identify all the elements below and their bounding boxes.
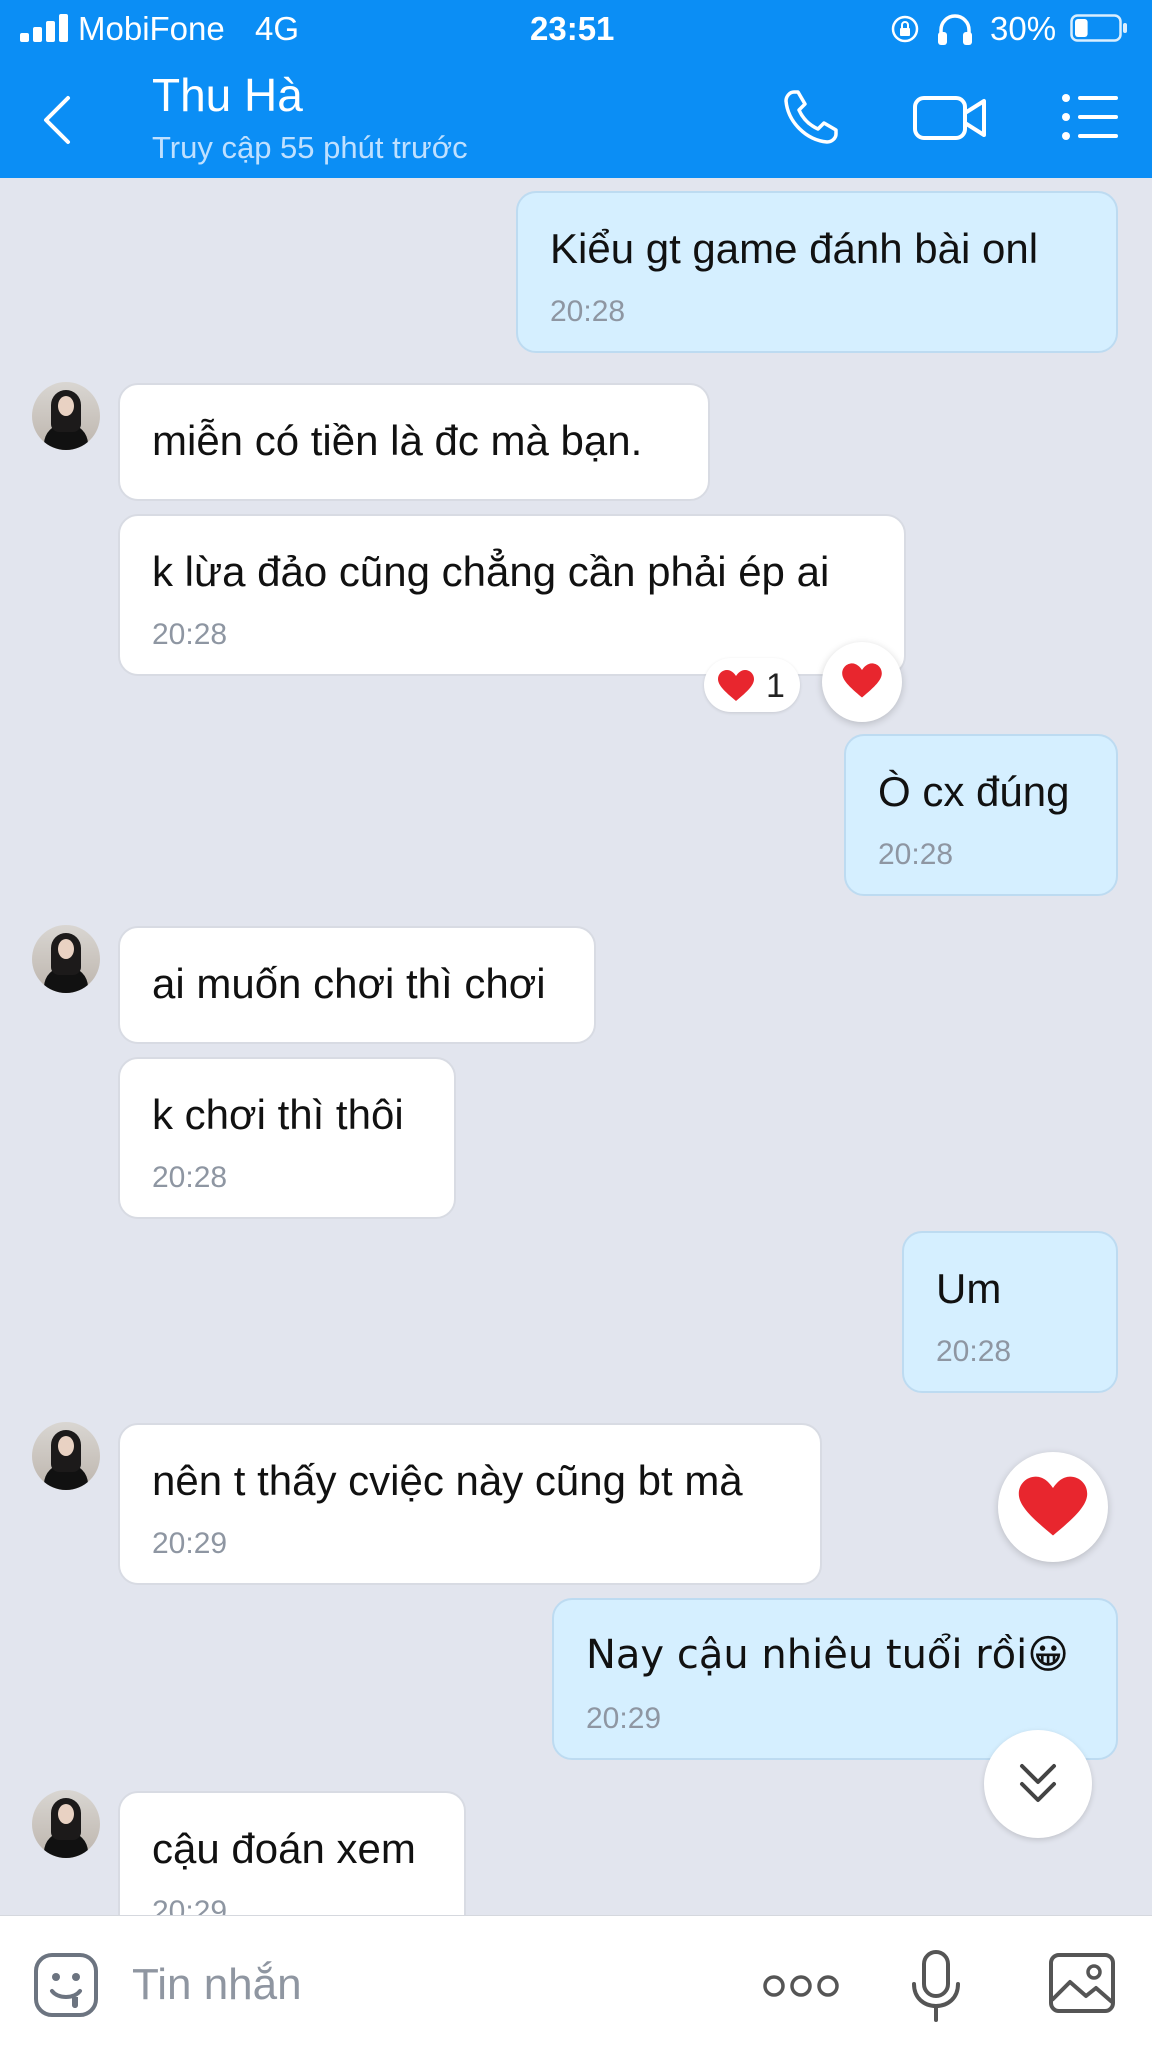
menu-icon[interactable] — [1060, 86, 1122, 148]
message-bubble-outgoing[interactable]: Kiểu gt game đánh bài onl 20:28 — [516, 191, 1118, 353]
message-text: Kiểu gt game đánh bài onl — [550, 225, 1039, 272]
message-time: 20:28 — [936, 1335, 1012, 1368]
more-icon[interactable] — [762, 1971, 840, 2001]
message-time: 20:28 — [878, 838, 954, 871]
carrier-name: MobiFone — [78, 10, 225, 47]
message-bubble-incoming[interactable]: ai muốn chơi thì chơi — [118, 926, 596, 1044]
avatar[interactable] — [32, 925, 100, 993]
message-bubble-incoming[interactable]: k lừa đảo cũng chẳng cần phải ép ai 20:2… — [118, 514, 906, 676]
reaction-button[interactable] — [998, 1452, 1108, 1562]
contact-name[interactable]: Thu Hà — [152, 68, 303, 122]
network-type: 4G — [255, 10, 300, 47]
last-seen-status: Truy cập 55 phút trước — [152, 130, 468, 165]
avatar[interactable] — [32, 1422, 100, 1490]
microphone-icon[interactable] — [908, 1948, 964, 2024]
heart-icon — [718, 670, 754, 701]
double-chevron-down-icon — [1020, 1764, 1056, 1802]
video-call-icon[interactable] — [912, 86, 988, 148]
rotation-lock-icon — [891, 15, 919, 43]
message-bubble-outgoing[interactable]: Um 20:28 — [902, 1231, 1118, 1393]
status-bar: MobiFone 4G 23:51 30% — [0, 0, 1152, 58]
scroll-to-bottom-button[interactable] — [984, 1730, 1092, 1838]
reaction-summary[interactable]: 1 — [704, 658, 800, 712]
message-text: Nay cậu nhiêu tuổi rồi😀 — [586, 1632, 1069, 1678]
avatar[interactable] — [32, 382, 100, 450]
message-text: Um — [936, 1265, 1002, 1312]
heart-icon — [1018, 1476, 1088, 1536]
message-bubble-incoming[interactable]: k chơi thì thôi 20:28 — [118, 1057, 456, 1219]
message-text: Ò cx đúng — [878, 768, 1070, 815]
message-text: cậu đoán xem — [152, 1825, 416, 1872]
phone-icon[interactable] — [780, 86, 842, 148]
battery-icon — [1070, 14, 1127, 42]
message-composer: Tin nhắn — [0, 1915, 1152, 2049]
message-time: 20:29 — [152, 1527, 228, 1560]
reaction-button[interactable] — [822, 642, 902, 722]
headphones-icon — [938, 14, 972, 45]
message-time: 20:28 — [550, 295, 626, 328]
message-time: 20:29 — [586, 1702, 662, 1735]
back-icon[interactable] — [38, 92, 78, 148]
image-icon[interactable] — [1048, 1952, 1116, 2014]
message-text: k chơi thì thôi — [152, 1091, 404, 1138]
message-bubble-incoming[interactable]: nên t thấy cviệc này cũng bt mà 20:29 — [118, 1423, 822, 1585]
signal-icon — [20, 14, 70, 42]
heart-icon — [842, 663, 882, 698]
message-text: miễn có tiền là đc mà bạn. — [152, 417, 643, 464]
sticker-icon[interactable] — [32, 1951, 100, 2019]
battery-percent: 30% — [990, 10, 1057, 47]
message-text: nên t thấy cviệc này cũng bt mà — [152, 1457, 743, 1504]
message-time: 20:28 — [152, 1161, 228, 1194]
message-text: k lừa đảo cũng chẳng cần phải ép ai — [152, 548, 830, 595]
message-text: ai muốn chơi thì chơi — [152, 960, 546, 1007]
message-bubble-outgoing[interactable]: Ò cx đúng 20:28 — [844, 734, 1118, 896]
message-bubble-incoming[interactable]: miễn có tiền là đc mà bạn. — [118, 383, 710, 501]
message-time: 20:28 — [152, 618, 228, 651]
reaction-count: 1 — [766, 667, 785, 705]
message-input[interactable]: Tin nhắn — [132, 1960, 302, 2010]
status-time: 23:51 — [530, 10, 615, 47]
avatar[interactable] — [32, 1790, 100, 1858]
top-bar: MobiFone 4G 23:51 30% Thu Hà Truy cập 55… — [0, 0, 1152, 178]
